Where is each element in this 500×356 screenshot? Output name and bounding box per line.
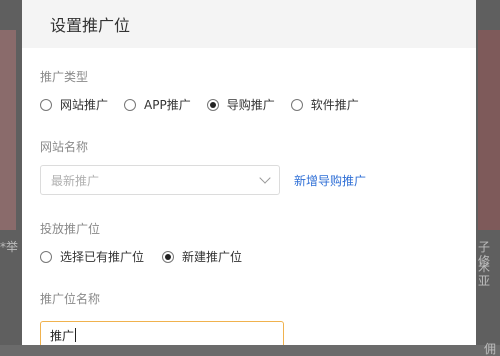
dialog-title: 设置推广位 xyxy=(50,16,131,35)
radio-checked-icon xyxy=(206,98,219,111)
site-name-section: 网站名称 最新推广 新增导购推广 xyxy=(40,138,366,195)
radio-shopping-guide-promotion[interactable]: 导购推广 xyxy=(206,96,275,113)
background-image-right xyxy=(478,30,500,230)
text-caret xyxy=(75,328,77,342)
radio-label: 导购推广 xyxy=(226,98,275,112)
promotion-type-label: 推广类型 xyxy=(40,70,89,84)
radio-website-promotion[interactable]: 网站推广 xyxy=(40,96,108,113)
site-name-label: 网站名称 xyxy=(40,140,89,154)
radio-software-promotion[interactable]: 软件推广 xyxy=(290,96,359,113)
site-name-select[interactable]: 最新推广 xyxy=(40,165,280,195)
radio-label: 软件推广 xyxy=(310,98,359,112)
radio-select-existing-placement[interactable]: 选择已有推广位 xyxy=(40,248,144,265)
set-promotion-dialog: 设置推广位 推广类型 网站推广 APP推广 导购推广 软件推广 网站名称 最新推… xyxy=(22,0,476,345)
placement-name-section: 推广位名称 推广 xyxy=(40,290,284,345)
radio-circle-icon xyxy=(290,98,303,111)
add-shopping-guide-link[interactable]: 新增导购推广 xyxy=(294,172,366,189)
radio-label: 网站推广 xyxy=(60,98,109,112)
placement-radio-group: 选择已有推广位 新建推广位 xyxy=(40,248,258,265)
radio-checked-icon xyxy=(162,250,175,263)
background-text-right-2: 米亚 xyxy=(478,260,491,288)
radio-label: 选择已有推广位 xyxy=(60,250,145,264)
radio-label: 新建推广位 xyxy=(182,250,243,264)
dialog-header: 设置推广位 xyxy=(22,0,476,48)
background-text-left: *举 xyxy=(0,240,19,254)
placement-section: 投放推广位 选择已有推广位 新建推广位 xyxy=(40,220,258,265)
placement-name-label: 推广位名称 xyxy=(40,292,101,306)
radio-circle-icon xyxy=(40,98,52,111)
background-image-left xyxy=(0,30,16,230)
placement-label: 投放推广位 xyxy=(40,222,101,236)
promotion-type-radio-group: 网站推广 APP推广 导购推广 软件推广 xyxy=(40,96,375,113)
radio-circle-icon xyxy=(124,98,137,111)
site-name-select-value: 最新推广 xyxy=(51,173,100,188)
radio-circle-icon xyxy=(40,250,52,263)
radio-new-placement[interactable]: 新建推广位 xyxy=(162,248,242,265)
radio-app-promotion[interactable]: APP推广 xyxy=(124,96,191,113)
placement-name-input[interactable]: 推广 xyxy=(40,321,284,345)
background-text-right-3: 佣 xyxy=(484,342,497,356)
promotion-type-section: 推广类型 网站推广 APP推广 导购推广 软件推广 xyxy=(40,68,375,113)
radio-label: APP推广 xyxy=(144,98,191,112)
chevron-down-icon xyxy=(259,172,271,184)
placement-name-input-value: 推广 xyxy=(50,328,75,343)
